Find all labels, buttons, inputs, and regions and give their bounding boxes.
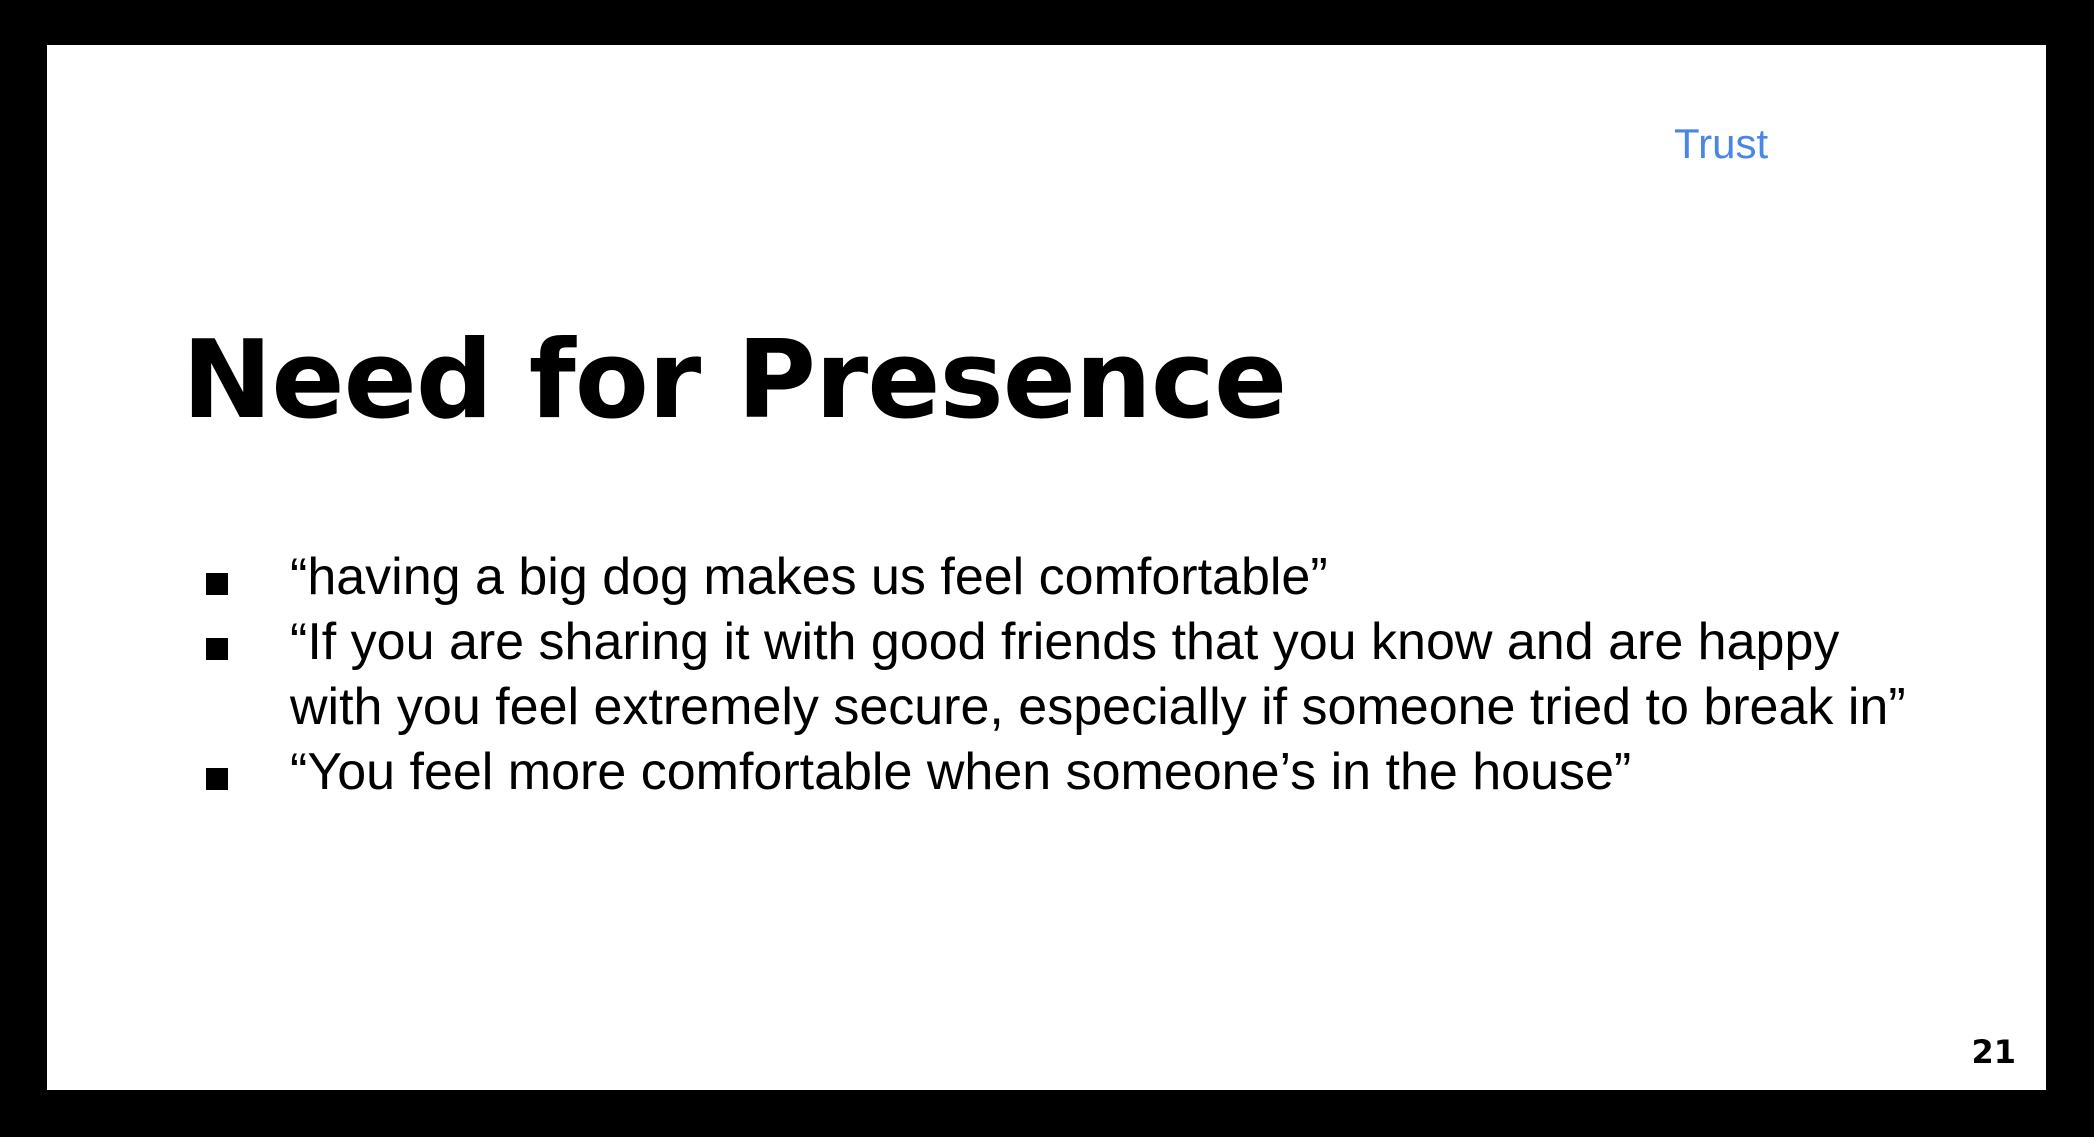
slide-title: Need for Presence [182,318,1287,443]
section-link-trust[interactable]: Trust [1674,123,1768,165]
square-bullet-icon [206,740,290,805]
bullet-item: “You feel more comfortable when someone’… [206,740,1926,805]
bullet-list: “having a big dog makes us feel comforta… [206,545,1926,805]
bullet-text: “having a big dog makes us feel comforta… [290,548,1328,606]
bullet-text: “You feel more comfortable when someone’… [290,743,1632,801]
slide: Trust Need for Presence “having a big do… [47,45,2046,1090]
square-bullet-icon [206,610,290,675]
bullet-text: “If you are sharing it with good friends… [290,613,1906,736]
slide-number: 21 [1971,1033,2016,1071]
bullet-item: “If you are sharing it with good friends… [206,610,1926,740]
square-bullet-icon [206,545,290,610]
presentation-frame: Trust Need for Presence “having a big do… [0,0,2094,1137]
bullet-item: “having a big dog makes us feel comforta… [206,545,1926,610]
